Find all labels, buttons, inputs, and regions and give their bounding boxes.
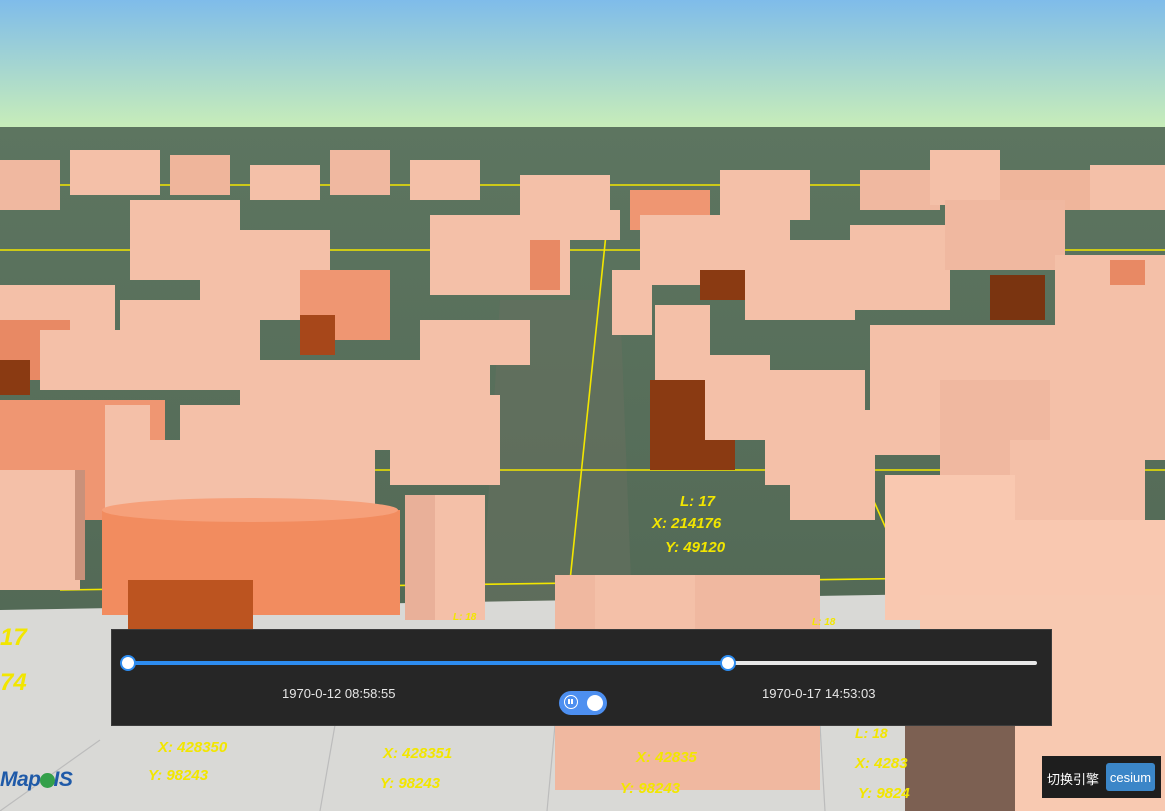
engine-switch-panel: 切换引擎 cesium bbox=[1042, 756, 1161, 798]
logo-text-is: IS bbox=[53, 768, 73, 791]
tile-edge-label: 17 bbox=[0, 624, 28, 651]
mapgis-logo: Map IS bbox=[0, 768, 73, 792]
sky bbox=[0, 0, 1165, 130]
tile-label-y: Y: 9824 bbox=[858, 785, 910, 802]
tile-label-x: X: 4283 bbox=[854, 755, 908, 772]
logo-text-map: Map bbox=[0, 768, 41, 791]
tile-label-y: Y: 98243 bbox=[148, 767, 209, 784]
timeline-end-handle[interactable] bbox=[720, 655, 736, 671]
timeline-start-handle[interactable] bbox=[120, 655, 136, 671]
timeline-panel: 1970-0-12 08:58:55 1970-0-17 14:53:03 bbox=[111, 629, 1052, 726]
tile-label-x: X: 214176 bbox=[651, 515, 722, 532]
timeline-start-label: 1970-0-12 08:58:55 bbox=[282, 686, 396, 701]
play-pause-toggle[interactable] bbox=[559, 691, 607, 715]
tile-label-x: X: 428350 bbox=[157, 739, 228, 756]
tile-label-y: Y: 98243 bbox=[620, 780, 681, 797]
tile-label-x: X: 428351 bbox=[382, 745, 452, 762]
building-tower bbox=[405, 495, 485, 620]
toggle-knob bbox=[587, 695, 603, 711]
timeline-end-label: 1970-0-17 14:53:03 bbox=[762, 686, 876, 701]
tile-label-x: X: 42835 bbox=[635, 749, 698, 766]
tile-label-level: L: 18 bbox=[453, 612, 477, 623]
timeline-slider-range[interactable] bbox=[127, 661, 728, 665]
tile-label-level: L: 17 bbox=[680, 493, 716, 510]
building-rounded bbox=[102, 498, 400, 630]
tile-label-level: L: 18 bbox=[855, 725, 888, 741]
cesium-engine-button[interactable]: cesium bbox=[1106, 763, 1155, 791]
globe-icon bbox=[39, 773, 55, 788]
tile-label-y: Y: 98243 bbox=[380, 775, 441, 792]
tile-edge-label: 74 bbox=[0, 669, 27, 696]
tile-label-y: Y: 49120 bbox=[665, 539, 726, 556]
engine-switch-label: 切换引擎 bbox=[1047, 772, 1100, 787]
tile-label-level: L: 18 bbox=[812, 617, 836, 628]
pause-icon bbox=[564, 695, 578, 709]
